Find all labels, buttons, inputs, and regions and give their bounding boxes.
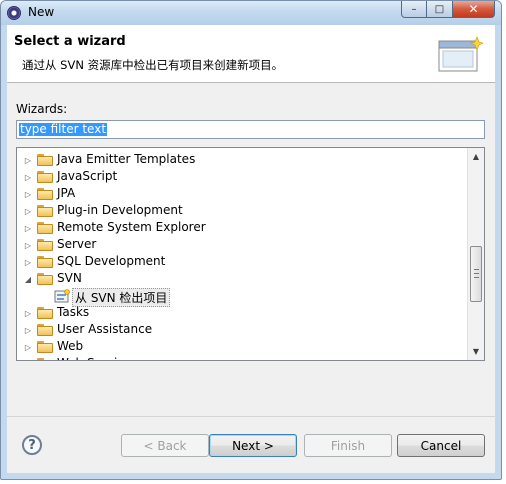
new-wizard-window: New – □ ✕ Select a wizard 通过从 SVN 资源库中检出… — [0, 0, 502, 480]
close-button[interactable]: ✕ — [453, 1, 495, 18]
tree-item-label: Plug-in Development — [57, 203, 183, 217]
svn-checkout-icon — [54, 289, 70, 303]
expand-right-icon[interactable]: ▷ — [23, 189, 33, 199]
expand-right-icon[interactable]: ▷ — [23, 155, 33, 165]
tree-item-label: Web Services — [57, 356, 138, 360]
vertical-scrollbar[interactable]: ▲ ▼ — [467, 148, 484, 360]
tree-item[interactable]: ▷ SQL Development — [17, 253, 467, 270]
folder-icon — [37, 324, 53, 336]
folder-icon — [37, 239, 53, 251]
dialog-client: Select a wizard 通过从 SVN 资源库中检出已有项目来创建新项目… — [7, 25, 495, 473]
title-bar[interactable]: New – □ ✕ — [1, 1, 501, 25]
tree-item-label: Server — [57, 237, 97, 251]
wizard-tree[interactable]: ▷ Java Emitter Templates ▷ JavaScript ▷ JPA ▷ P… — [16, 147, 485, 361]
tree-item-label: Tasks — [57, 305, 90, 319]
tree-child-item[interactable]: 从 SVN 检出项目 — [17, 287, 467, 307]
tree-item[interactable]: ▷ User Assistance — [17, 321, 467, 338]
window-controls: – □ ✕ — [401, 1, 495, 18]
tree-item-label: SQL Development — [57, 254, 166, 268]
scroll-up-arrow-icon[interactable]: ▲ — [468, 148, 484, 165]
expand-down-icon[interactable]: ◢ — [23, 274, 33, 284]
tree-item[interactable]: ▷ Plug-in Development — [17, 202, 467, 219]
cancel-button[interactable]: Cancel — [397, 434, 485, 457]
folder-icon — [37, 256, 53, 268]
footer-separator — [7, 416, 495, 417]
back-button[interactable]: < Back — [121, 434, 209, 457]
banner-title: Select a wizard — [14, 34, 126, 49]
tree-item[interactable]: ▷ JavaScript — [17, 168, 467, 185]
folder-icon — [37, 273, 53, 285]
scroll-thumb[interactable] — [470, 246, 482, 302]
expand-right-icon[interactable]: ▷ — [23, 325, 33, 335]
tree-item-label: JavaScript — [57, 169, 118, 183]
expand-right-icon[interactable]: ▷ — [23, 172, 33, 182]
tree-item-label: SVN — [57, 271, 82, 285]
folder-icon — [37, 205, 53, 217]
tree-item[interactable]: ◢ SVN — [17, 270, 467, 287]
expand-right-icon[interactable]: ▷ — [23, 206, 33, 216]
finish-button[interactable]: Finish — [304, 434, 392, 457]
eclipse-icon — [7, 6, 21, 20]
folder-icon — [37, 341, 53, 353]
tree-item[interactable]: ▷ Java Emitter Templates — [17, 151, 467, 168]
tree-rows: ▷ Java Emitter Templates ▷ JavaScript ▷ JPA ▷ P… — [17, 148, 467, 360]
expand-right-icon[interactable]: ▷ — [23, 308, 33, 318]
tree-item-label: Web — [57, 339, 84, 353]
folder-icon — [37, 171, 53, 183]
folder-icon — [37, 358, 53, 360]
wizards-label: Wizards: — [16, 102, 68, 116]
tree-item[interactable]: ▷ JPA — [17, 185, 467, 202]
tree-item-label: Remote System Explorer — [57, 220, 206, 234]
wizard-filter-input[interactable]: type filter text — [16, 120, 485, 139]
tree-item[interactable]: ▷ Remote System Explorer — [17, 219, 467, 236]
next-button[interactable]: Next > — [209, 434, 297, 457]
window-title: New — [28, 5, 55, 19]
new-wizard-banner-icon — [438, 36, 483, 72]
tree-item-label: User Assistance — [57, 322, 153, 336]
expand-right-icon[interactable]: ▷ — [23, 257, 33, 267]
tree-item[interactable]: ▷ Tasks — [17, 304, 467, 321]
filter-text: type filter text — [19, 122, 108, 136]
wizard-banner: Select a wizard 通过从 SVN 资源库中检出已有项目来创建新项目… — [7, 25, 495, 83]
minimize-button[interactable]: – — [401, 1, 427, 18]
folder-icon — [37, 188, 53, 200]
expand-right-icon[interactable]: ▷ — [23, 223, 33, 233]
tree-item-label: JPA — [57, 186, 76, 200]
folder-icon — [37, 222, 53, 234]
scroll-down-arrow-icon[interactable]: ▼ — [468, 343, 484, 360]
expand-right-icon[interactable]: ▷ — [23, 240, 33, 250]
tree-item[interactable]: ▷ Web — [17, 338, 467, 355]
expand-right-icon[interactable]: ▷ — [23, 359, 33, 361]
tree-item-label: Java Emitter Templates — [57, 152, 196, 166]
tree-item[interactable]: ▷ Web Services — [17, 355, 467, 360]
folder-icon — [37, 154, 53, 166]
folder-icon — [37, 307, 53, 319]
expand-right-icon[interactable]: ▷ — [23, 342, 33, 352]
tree-item[interactable]: ▷ Server — [17, 236, 467, 253]
maximize-button[interactable]: □ — [427, 1, 453, 18]
help-icon[interactable]: ? — [22, 435, 42, 455]
banner-description: 通过从 SVN 资源库中检出已有项目来创建新项目。 — [22, 58, 284, 72]
